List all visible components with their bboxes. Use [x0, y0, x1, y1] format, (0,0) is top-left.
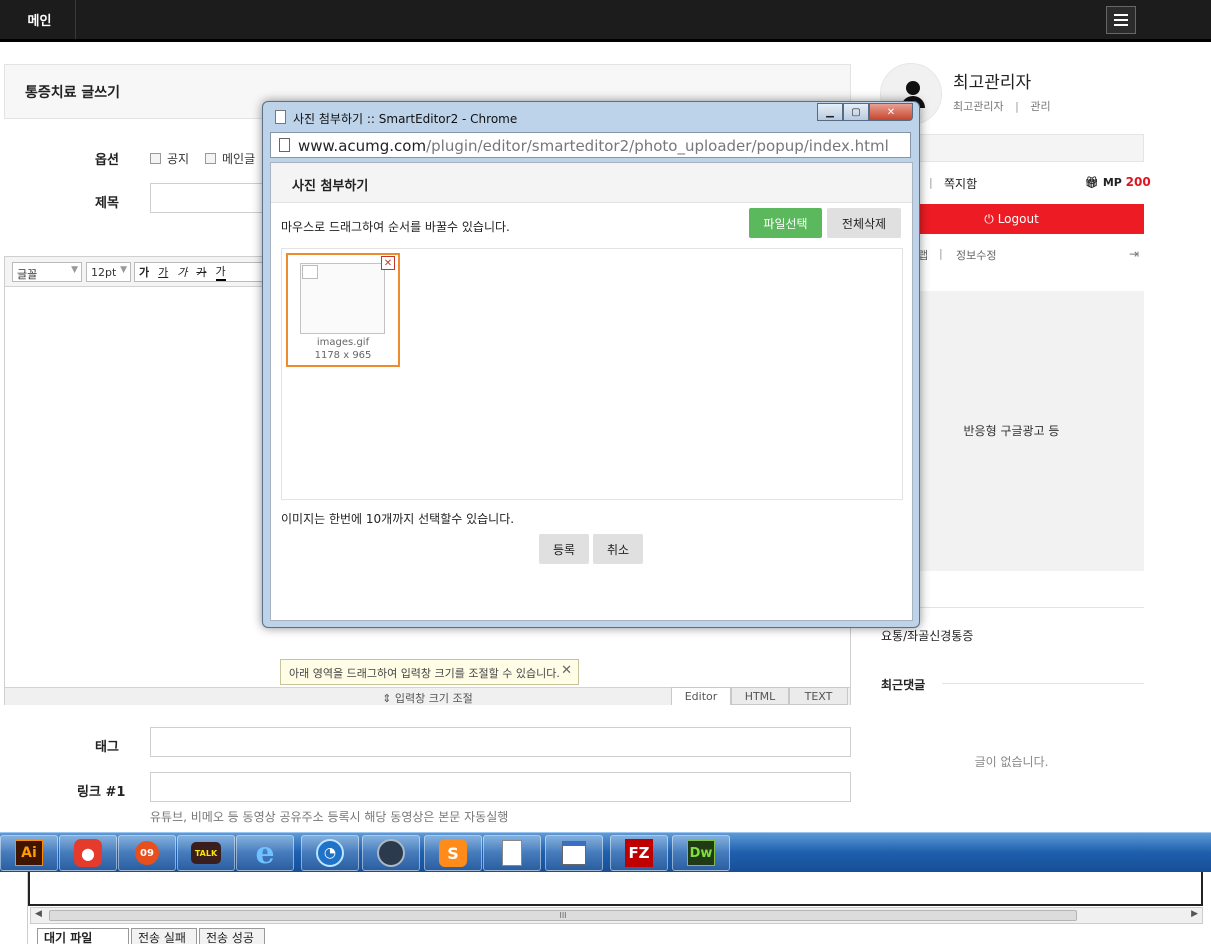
illustrator-icon[interactable]: Ai	[0, 835, 58, 871]
nav-main-link[interactable]: 메인	[4, 0, 76, 39]
kakaotalk-icon[interactable]: TALK	[177, 835, 235, 871]
url-host: www.acumg.com	[298, 137, 427, 155]
close-icon[interactable]: ✕	[561, 663, 572, 678]
image-drop-area[interactable]: ✕ images.gif 1178 x 965	[281, 248, 903, 500]
recent-comments-title: 최근댓글	[881, 678, 926, 692]
mp-value: 200	[1125, 175, 1151, 189]
register-button[interactable]: 등록	[539, 534, 589, 564]
admin-link[interactable]: 관리	[1030, 100, 1050, 113]
power-icon: ⏻	[984, 211, 994, 226]
photo-upload-popup: 사진 첨부하기 :: SmartEditor2 - Chrome ▁ ▢ ✕ w…	[262, 101, 920, 628]
blue-globe-icon[interactable]: ◔	[301, 835, 359, 871]
transfer-pane: ◀ III ▶ 대기 파일 전송 실패 전송 성공	[0, 872, 1211, 944]
user-name: 최고관리자	[953, 73, 1032, 93]
minimize-icon[interactable]: ▁	[817, 103, 843, 121]
maximize-icon[interactable]: ▢	[843, 103, 869, 121]
text-style-tools: 가 가 가 가 가	[134, 262, 266, 282]
menu-icon[interactable]	[1106, 6, 1136, 34]
popup-heading: 사진 첨부하기	[292, 179, 369, 194]
exit-icon[interactable]: ⇥	[1129, 247, 1139, 261]
strike-button[interactable]: 가	[196, 264, 206, 280]
delete-image-icon[interactable]: ✕	[381, 256, 395, 270]
delete-all-button[interactable]: 전체삭제	[827, 208, 901, 238]
dreamweaver-icon[interactable]: Dw	[672, 835, 730, 871]
user-links: 최고관리자 | 관리	[953, 100, 1051, 113]
page-icon	[279, 138, 290, 152]
page-title: 통증치료 글쓰기	[25, 85, 121, 101]
font-family-select[interactable]: 글꼴 ▼	[12, 262, 82, 282]
filezilla-icon[interactable]: FZ	[610, 835, 668, 871]
memo-link[interactable]: 쪽지함	[944, 175, 977, 192]
empty-comments: 글이 없습니다.	[974, 755, 1049, 769]
popup-window-title: 사진 첨부하기 :: SmartEditor2 - Chrome	[293, 112, 518, 126]
popup-titlebar[interactable]: 사진 첨부하기 :: SmartEditor2 - Chrome ▁ ▢ ✕	[263, 102, 919, 132]
tab-text[interactable]: TEXT	[789, 687, 848, 705]
document-icon[interactable]	[483, 835, 541, 871]
bold-button[interactable]: 가	[139, 264, 149, 280]
italic-button[interactable]: 가	[177, 264, 187, 280]
popup-body: 사진 첨부하기 마우스로 드래그하여 순서를 바꿀수 있습니다. 파일선택 전체…	[270, 162, 913, 621]
link-label: 링크 #1	[77, 785, 126, 800]
page-icon	[275, 110, 286, 124]
drag-description: 마우스로 드래그하여 순서를 바꿀수 있습니다.	[281, 220, 510, 234]
recent-post-item[interactable]: 요통/좌골신경통증	[881, 627, 973, 644]
options-label: 옵션	[95, 153, 119, 168]
top-navigation: 메인	[0, 0, 1211, 42]
sublime-icon[interactable]: S	[424, 835, 482, 871]
link-input[interactable]	[150, 772, 851, 802]
transfer-pane-sidebar	[0, 872, 28, 944]
image-thumbnail[interactable]: ✕ images.gif 1178 x 965	[286, 253, 400, 367]
image-filename: images.gif	[316, 337, 370, 348]
close-icon[interactable]: ✕	[869, 103, 913, 121]
09-app-icon[interactable]: 09	[118, 835, 176, 871]
resize-tooltip: 아래 영역을 드래그하여 입력창 크기를 조절할 수 있습니다. ✕	[280, 659, 579, 685]
font-color-button[interactable]: 가	[215, 263, 226, 281]
red-app-icon[interactable]: ●	[59, 835, 117, 871]
gift-icon: 🎁︎	[1085, 176, 1099, 189]
window-app-icon[interactable]	[545, 835, 603, 871]
popup-header: 사진 첨부하기	[271, 163, 912, 203]
tag-input[interactable]	[150, 727, 851, 757]
main-post-checkbox[interactable]: 메인글	[205, 150, 255, 167]
info-edit-link[interactable]: 정보수정	[956, 247, 996, 263]
url-path: /plugin/editor/smarteditor2/photo_upload…	[426, 137, 889, 155]
transfer-list	[28, 872, 1203, 906]
subject-input[interactable]	[150, 183, 270, 213]
windows-taskbar: Ai ● 09 TALK e ◔ S FZ Dw	[0, 832, 1211, 872]
scroll-left-icon[interactable]: ◀	[35, 909, 42, 919]
scanner-icon[interactable]	[362, 835, 420, 871]
font-size-select[interactable]: 12pt ▼	[86, 262, 131, 282]
tab-failed-transfers[interactable]: 전송 실패	[131, 928, 197, 944]
upload-limit-text: 이미지는 한번에 10개까지 선택할수 있습니다.	[281, 512, 515, 526]
scroll-right-icon[interactable]: ▶	[1191, 909, 1198, 919]
underline-button[interactable]: 가	[158, 264, 168, 280]
tab-html[interactable]: HTML	[731, 687, 789, 705]
cancel-button[interactable]: 취소	[593, 534, 643, 564]
internet-explorer-icon[interactable]: e	[236, 835, 294, 871]
mp-points: 🎁︎ MP 200	[1085, 175, 1151, 189]
tab-editor[interactable]: Editor	[671, 687, 731, 705]
url-bar[interactable]: www.acumg.com/plugin/editor/smarteditor2…	[270, 132, 911, 158]
tab-successful-transfers[interactable]: 전송 성공	[199, 928, 265, 944]
subject-label: 제목	[95, 196, 119, 211]
notice-checkbox[interactable]: 공지	[150, 150, 189, 167]
tag-label: 태그	[95, 740, 119, 755]
select-file-button[interactable]: 파일선택	[749, 208, 822, 238]
horizontal-scrollbar[interactable]: ◀ III ▶	[30, 907, 1203, 924]
user-level: 최고관리자	[953, 100, 1004, 113]
image-dimensions: 1178 x 965	[314, 350, 372, 361]
tab-queued-files[interactable]: 대기 파일	[37, 928, 129, 944]
scrollbar-thumb[interactable]: III	[49, 910, 1077, 921]
link-hint: 유튜브, 비메오 등 동영상 공유주소 등록시 해당 동영상은 본문 자동실행	[150, 810, 509, 824]
broken-image-icon	[300, 263, 385, 334]
